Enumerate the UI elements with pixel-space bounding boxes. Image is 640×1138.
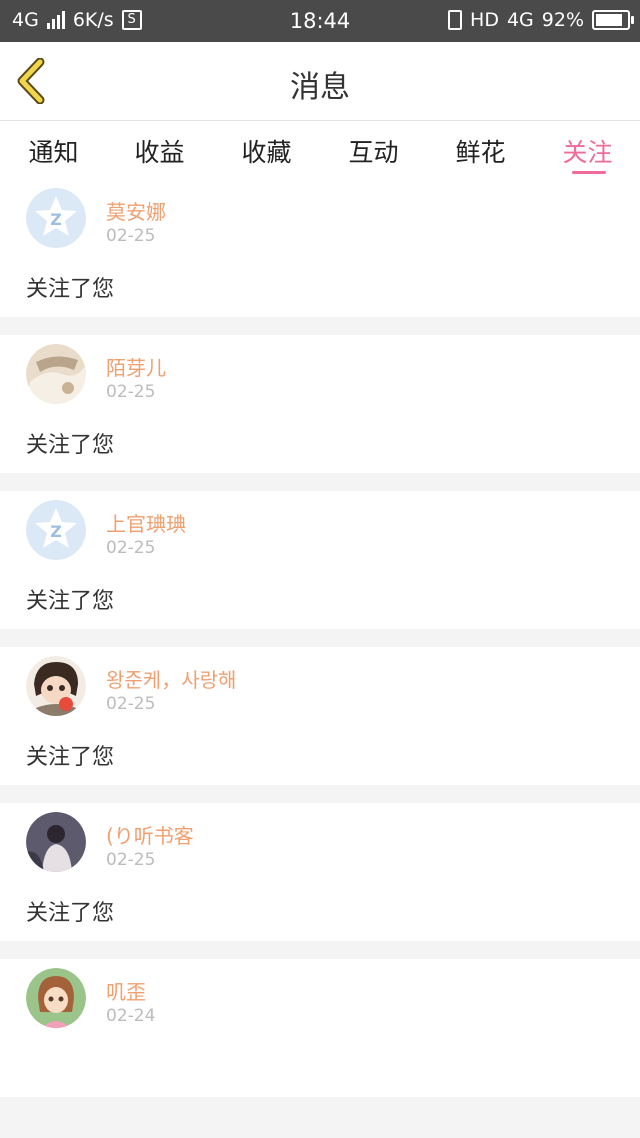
photo-avatar[interactable]	[26, 968, 86, 1028]
tab-bar: 通知 收益 收藏 互动 鲜花 关注	[0, 121, 640, 179]
battery-icon	[592, 10, 634, 30]
tab-earnings[interactable]: 收益	[106, 133, 213, 169]
message-date: 02-25	[106, 382, 156, 402]
tab-interaction[interactable]: 互动	[320, 133, 427, 169]
list-item[interactable]: 叽歪 02-24	[0, 959, 640, 1097]
message-text: 关注了您	[26, 589, 115, 614]
status-bar: 4G 6K/s S 18:44 HD 4G 92%	[0, 0, 640, 42]
tab-follow[interactable]: 关注	[534, 133, 640, 169]
tab-flowers[interactable]: 鲜花	[427, 133, 534, 169]
photo-avatar[interactable]	[26, 344, 86, 404]
message-text: 关注了您	[26, 433, 115, 458]
photo-avatar[interactable]	[26, 656, 86, 716]
user-name[interactable]: 왕준케，사랑해	[106, 664, 236, 693]
message-date: 02-24	[106, 1006, 156, 1026]
message-date: 02-25	[106, 850, 156, 870]
message-text: 关注了您	[26, 745, 115, 770]
message-text: 关注了您	[26, 901, 115, 926]
list-item[interactable]: Z 上官琠琠 02-25 关注了您	[0, 491, 640, 629]
tab-favorites[interactable]: 收藏	[213, 133, 320, 169]
user-name[interactable]: 上官琠琠	[106, 508, 186, 537]
message-date: 02-25	[106, 694, 156, 714]
status-right: HD 4G 92%	[448, 9, 634, 31]
default-avatar-icon[interactable]: Z	[26, 188, 86, 248]
message-text: 关注了您	[26, 277, 115, 302]
photo-avatar[interactable]	[26, 812, 86, 872]
list-item[interactable]: Z 莫安娜 02-25 关注了您	[0, 179, 640, 317]
svg-text:Z: Z	[50, 210, 62, 229]
default-avatar-icon[interactable]: Z	[26, 500, 86, 560]
message-list: Z 莫安娜 02-25 关注了您 陌芽儿 02-25 关注了您 Z 上官琠琠 0…	[0, 179, 640, 1115]
tab-notice[interactable]: 通知	[0, 133, 107, 169]
message-date: 02-25	[106, 538, 156, 558]
user-name[interactable]: 叽歪	[106, 976, 146, 1005]
battery-fill	[596, 14, 622, 26]
network-right-label: 4G	[506, 9, 534, 31]
tab-active-indicator	[572, 171, 606, 174]
list-item[interactable]: 왕준케，사랑해 02-25 关注了您	[0, 647, 640, 785]
battery-percent: 92%	[541, 9, 584, 31]
user-name[interactable]: 陌芽儿	[106, 352, 166, 381]
list-item[interactable]: (り听书客 02-25 关注了您	[0, 803, 640, 941]
message-date: 02-25	[106, 226, 156, 246]
svg-text:Z: Z	[50, 522, 62, 541]
user-name[interactable]: 莫安娜	[106, 196, 166, 225]
vibrate-icon	[448, 10, 463, 30]
header: 消息	[0, 42, 640, 121]
page-title: 消息	[290, 70, 350, 105]
hd-label: HD	[470, 9, 499, 31]
user-name[interactable]: (り听书客	[106, 820, 194, 849]
list-item[interactable]: 陌芽儿 02-25 关注了您	[0, 335, 640, 473]
